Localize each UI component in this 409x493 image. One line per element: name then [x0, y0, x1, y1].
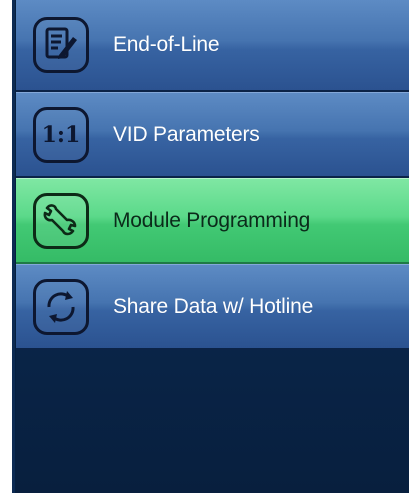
menu-item-label: Module Programming — [113, 208, 311, 232]
navigation-panel: End-of-Line 1:1 VID Parameters Module Pr… — [15, 0, 409, 493]
menu-item-label: End-of-Line — [113, 33, 220, 56]
menu-item-label: Share Data w/ Hotline — [113, 294, 314, 318]
menu-item-end-of-line[interactable]: End-of-Line — [16, 0, 409, 92]
left-window-strip — [0, 0, 15, 493]
sync-icon — [33, 278, 89, 335]
ratio-icon: 1:1 — [33, 106, 89, 163]
ratio-icon-text: 1:1 — [41, 121, 81, 148]
menu-item-label: VID Parameters — [113, 122, 260, 146]
navigation-menu: End-of-Line 1:1 VID Parameters Module Pr… — [16, 0, 409, 350]
menu-item-module-programming[interactable]: Module Programming — [16, 178, 409, 264]
menu-item-vid-parameters[interactable]: 1:1 VID Parameters — [16, 92, 409, 178]
edit-document-icon — [33, 17, 89, 73]
menu-item-share-data-hotline[interactable]: Share Data w/ Hotline — [16, 264, 409, 350]
wrench-icon — [33, 192, 89, 249]
